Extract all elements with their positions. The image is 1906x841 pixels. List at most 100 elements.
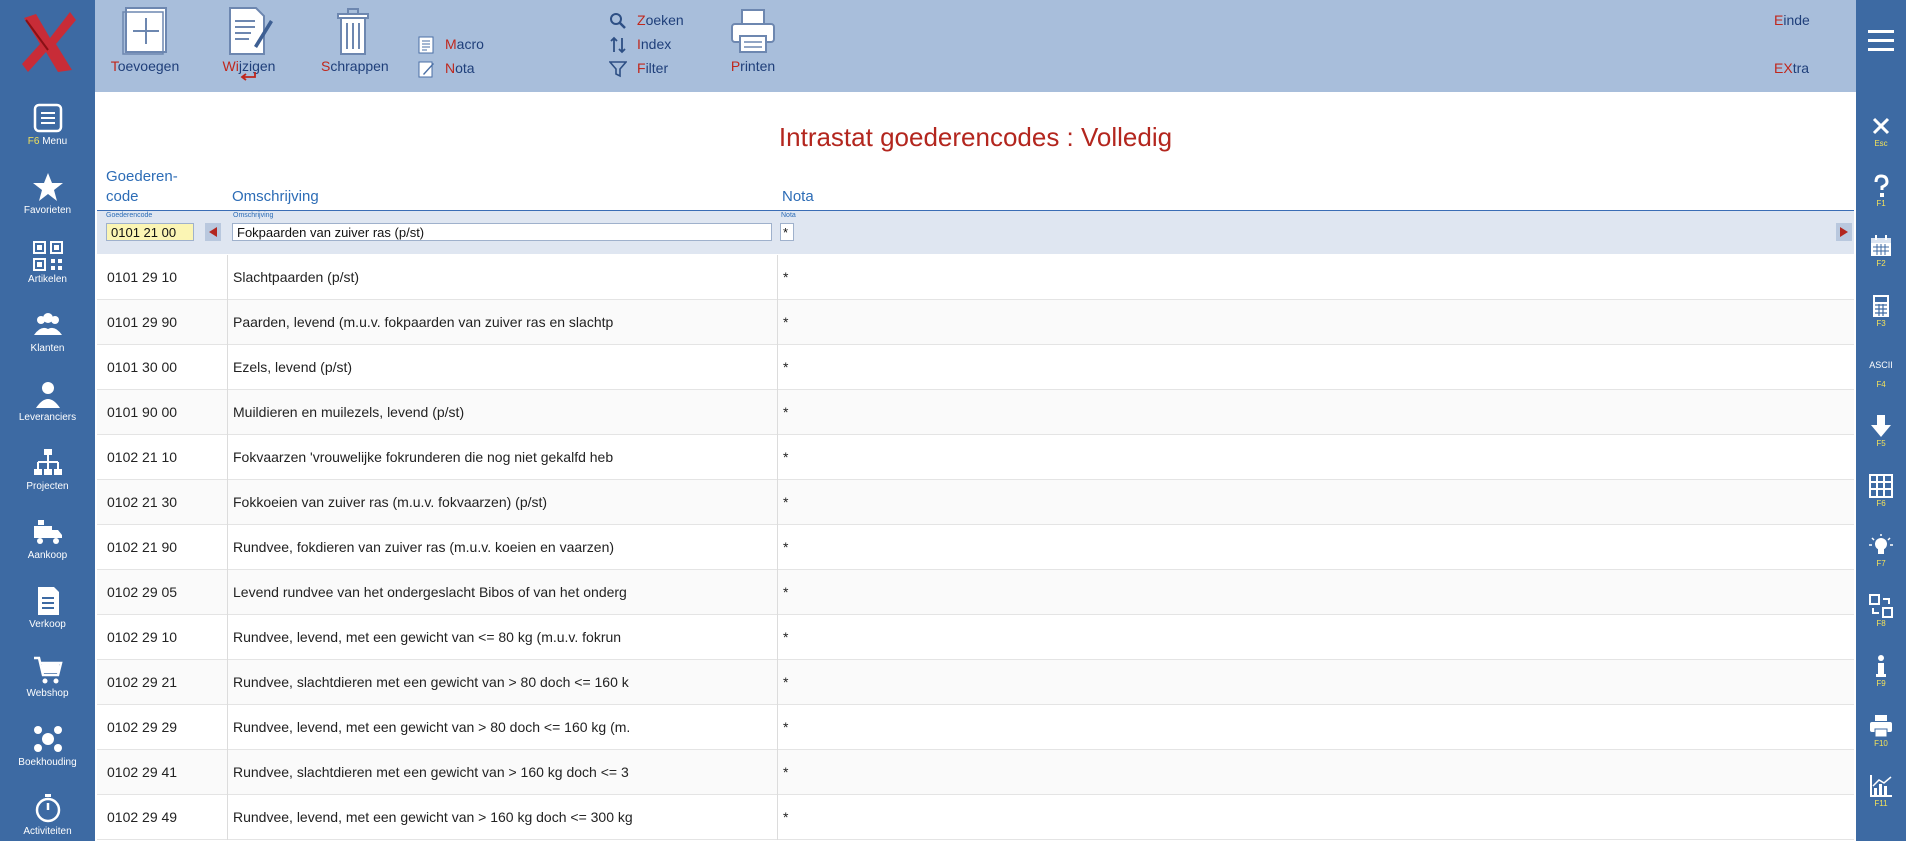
zoeken-label: oeken (645, 12, 684, 28)
code-input[interactable] (106, 223, 194, 241)
scroll-left-button[interactable] (205, 223, 221, 241)
hamburger-menu-icon[interactable] (1868, 30, 1894, 52)
cell-description: Ezels, levend (p/st) (233, 359, 353, 375)
nav-verkoop[interactable]: Verkoop (0, 585, 95, 651)
network-icon (33, 726, 62, 752)
table-row[interactable]: 0102 21 90 Rundvee, fokdieren van zuiver … (97, 525, 1854, 570)
cell-nota: * (783, 404, 789, 420)
macro-document-icon (418, 36, 434, 54)
nav-boekhouding[interactable]: Boekhouding (0, 723, 95, 789)
ascii-button[interactable]: ASCII F4 (1856, 348, 1906, 398)
stopwatch-icon (35, 794, 60, 823)
nav-leveranciers[interactable]: Leveranciers (0, 378, 95, 444)
nota-button[interactable]: Nota (417, 59, 507, 79)
toevoegen-label: oevoegen (117, 58, 180, 74)
print-key: F10 (1874, 739, 1888, 748)
table-row[interactable]: 0102 29 05 Levend rundvee van het onderge… (97, 570, 1854, 615)
star-icon (32, 173, 63, 201)
extra-button[interactable]: EXtra (1774, 60, 1809, 76)
chart-button[interactable]: F11 (1856, 768, 1906, 818)
nav-projecten[interactable]: Projecten (0, 447, 95, 513)
column-header-nota[interactable]: Nota (782, 187, 814, 207)
switch-button[interactable]: F8 (1856, 588, 1906, 638)
nav-artikelen-label: Artikelen (28, 274, 67, 285)
macro-button[interactable]: Macro (417, 35, 507, 55)
filter-button[interactable]: Filter (609, 59, 699, 79)
zoeken-button[interactable]: Zoeken (609, 11, 699, 31)
table-row[interactable]: 0101 29 10 Slachtpaarden (p/st) * (97, 255, 1854, 300)
help-key: F1 (1876, 199, 1886, 208)
code-field-label: Goederencode (106, 212, 153, 219)
nota-field-label: Nota (781, 212, 796, 219)
index-label: ndex (640, 36, 672, 52)
nav-favorieten[interactable]: Favorieten (0, 171, 95, 237)
nav-klanten[interactable]: Klanten (0, 309, 95, 375)
table-row[interactable]: 0102 29 41 Rundvee, slachtdieren met een … (97, 750, 1854, 795)
nav-menu[interactable]: F6 Menu (0, 102, 95, 168)
nav-webshop[interactable]: Webshop (0, 654, 95, 720)
column-header-code[interactable]: Goederen- code (106, 167, 178, 207)
index-button[interactable]: Index (609, 35, 699, 55)
table-row[interactable]: 0102 29 10 Rundvee, levend, met een gewic… (97, 615, 1854, 660)
filter-icon (609, 61, 627, 78)
table-row[interactable]: 0101 29 90 Paarden, levend (m.u.v. fokpaa… (97, 300, 1854, 345)
cell-nota: * (783, 629, 789, 645)
extra-hotkey: EX (1774, 60, 1793, 76)
description-input[interactable] (232, 223, 772, 241)
nav-menu-key: F6 (27, 136, 40, 147)
calendar-button[interactable]: F2 (1856, 228, 1906, 278)
einde-hotkey: E (1774, 12, 1784, 28)
table-row[interactable]: 0102 29 49 Rundvee, levend, met een gewic… (97, 795, 1854, 840)
table-row[interactable]: 0102 21 30 Fokkoeien van zuiver ras (m.u.… (97, 480, 1854, 525)
toevoegen-button[interactable]: Toevoegen (109, 6, 181, 86)
cell-description: Slachtpaarden (p/st) (233, 269, 360, 285)
grid-button[interactable]: F6 (1856, 468, 1906, 518)
info-key: F9 (1876, 679, 1886, 688)
cell-code: 0101 29 90 (107, 314, 178, 330)
triangle-right-icon (1840, 227, 1848, 237)
right-sidebar: Esc F1 F2 F3 ASCII F4 F5 F6 F7 F8 F9 F10… (1856, 0, 1906, 841)
nav-artikelen[interactable]: Artikelen (0, 240, 95, 306)
printer-icon (731, 9, 775, 53)
menu-icon (33, 103, 62, 133)
people-icon (33, 313, 62, 335)
cell-description: Rundvee, levend, met een gewicht van > 8… (233, 719, 631, 735)
note-edit-icon (418, 61, 434, 78)
table-row[interactable]: 0101 90 00 Muildieren en muilezels, leven… (97, 390, 1854, 435)
nota-input[interactable] (780, 223, 794, 241)
printen-button[interactable]: Printen (723, 6, 783, 86)
scroll-right-button[interactable] (1836, 223, 1852, 241)
table-row[interactable]: 0102 21 10 Fokvaarzen 'vrouwelijke fokrun… (97, 435, 1854, 480)
column-header-description[interactable]: Omschrijving (232, 187, 319, 207)
ascii-icon: ASCII (1869, 360, 1893, 370)
printen-hotkey: P (730, 58, 741, 74)
cell-nota: * (783, 674, 789, 690)
nav-aankoop[interactable]: Aankoop (0, 516, 95, 582)
page-title: Intrastat goederencodes : Volledig (778, 122, 1173, 152)
nav-favorieten-label: Favorieten (23, 205, 72, 216)
wijzigen-button[interactable]: Wijzigen (217, 6, 281, 86)
nav-boekhouding-label: Boekhouding (18, 757, 77, 768)
escape-button[interactable]: Esc (1856, 108, 1906, 158)
cell-code: 0102 29 10 (107, 629, 178, 645)
qr-code-icon (32, 241, 63, 271)
cell-nota: * (783, 494, 789, 510)
print-button[interactable]: F10 (1856, 708, 1906, 758)
grid-icon (1869, 474, 1893, 498)
cell-nota: * (783, 809, 789, 825)
help-button[interactable]: F1 (1856, 168, 1906, 218)
calculator-button[interactable]: F3 (1856, 288, 1906, 338)
calculator-key: F3 (1876, 319, 1886, 328)
info-button[interactable]: F9 (1856, 648, 1906, 698)
cell-description: Rundvee, slachtdieren met een gewicht va… (233, 674, 629, 690)
schrappen-button[interactable]: Schrappen (321, 6, 389, 86)
table-row[interactable]: 0102 29 29 Rundvee, levend, met een gewic… (97, 705, 1854, 750)
table-row[interactable]: 0101 30 00 Ezels, levend (p/st) * (97, 345, 1854, 390)
download-key: F5 (1876, 439, 1886, 448)
table-row[interactable]: 0102 29 21 Rundvee, slachtdieren met een … (97, 660, 1854, 705)
download-button[interactable]: F5 (1856, 408, 1906, 458)
einde-button[interactable]: Einde (1774, 12, 1810, 28)
nav-activiteiten[interactable]: Activiteiten (0, 792, 95, 841)
calculator-icon (1873, 295, 1889, 317)
tips-button[interactable]: F7 (1856, 528, 1906, 578)
